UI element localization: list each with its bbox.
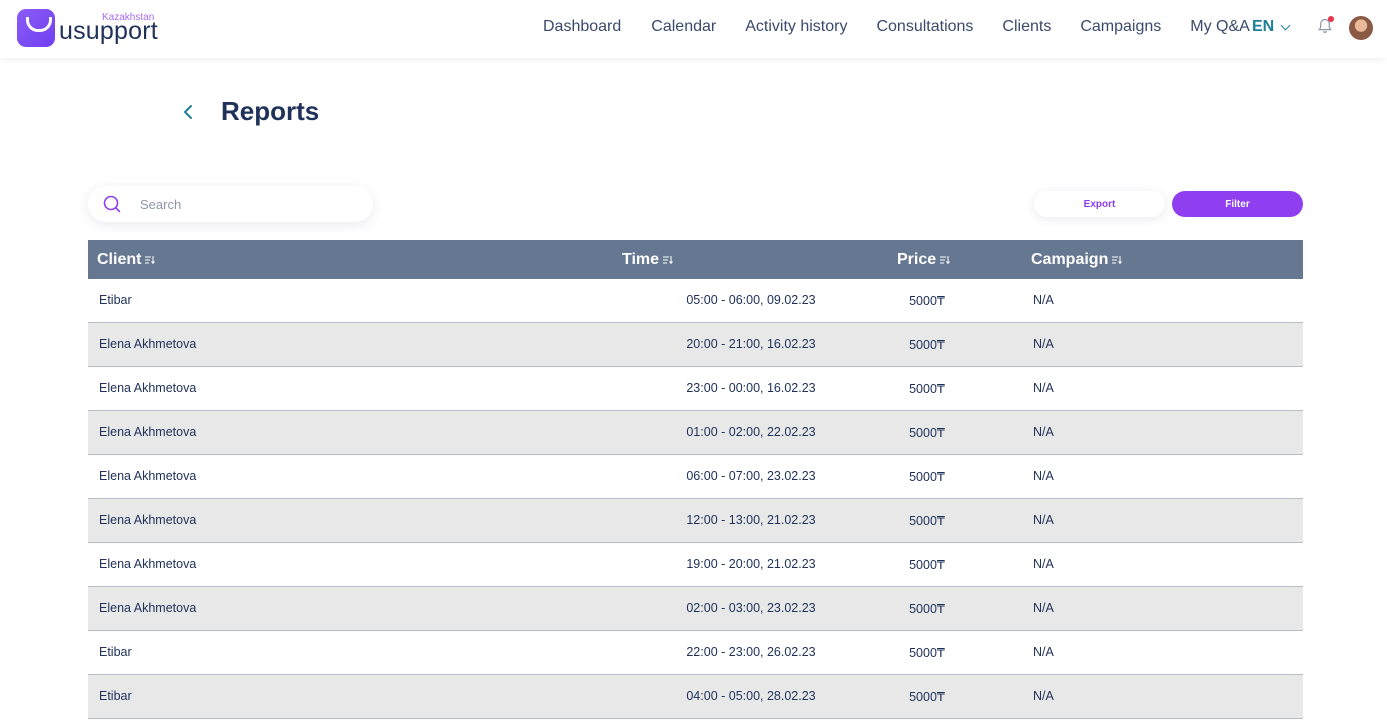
table-row[interactable]: Elena Akhmetova 01:00 - 02:00, 22.02.23 … [88, 411, 1303, 455]
cell-client: Elena Akhmetova [99, 601, 197, 615]
notification-dot [1328, 16, 1334, 22]
cell-time: 19:00 - 20:00, 21.02.23 [686, 557, 816, 571]
logo-wordmark: usupport [59, 17, 158, 45]
cell-time: 01:00 - 02:00, 22.02.23 [686, 425, 816, 439]
cell-campaign: N/A [1033, 645, 1054, 659]
table-row[interactable]: Etibar 04:00 - 05:00, 28.02.23 5000₸ N/A [88, 675, 1303, 719]
nav-item-dashboard[interactable]: Dashboard [543, 18, 621, 36]
logo-mark-icon [17, 9, 55, 47]
cell-time: 06:00 - 07:00, 23.02.23 [686, 469, 816, 483]
table-row[interactable]: Elena Akhmetova 12:00 - 13:00, 21.02.23 … [88, 499, 1303, 543]
notifications-bell-icon[interactable] [1317, 16, 1334, 34]
cell-client: Etibar [99, 293, 132, 307]
cell-time: 02:00 - 03:00, 23.02.23 [686, 601, 816, 615]
cell-campaign: N/A [1033, 469, 1054, 483]
table-row[interactable]: Elena Akhmetova 02:00 - 03:00, 23.02.23 … [88, 587, 1303, 631]
top-navigation-bar: Kazakhstan usupport Dashboard Calendar A… [0, 0, 1387, 58]
column-label-client: Client [97, 251, 142, 268]
chevron-down-icon [1280, 20, 1291, 30]
nav-item-campaigns[interactable]: Campaigns [1080, 18, 1161, 36]
column-header-time[interactable]: Time [622, 251, 673, 269]
cell-campaign: N/A [1033, 513, 1054, 527]
cell-campaign: N/A [1033, 689, 1054, 703]
cell-client: Elena Akhmetova [99, 425, 197, 439]
sort-icon [663, 256, 673, 265]
sort-icon [940, 256, 951, 265]
cell-client: Elena Akhmetova [99, 513, 197, 527]
avatar[interactable] [1349, 16, 1373, 40]
nav-item-calendar[interactable]: Calendar [651, 18, 716, 36]
search-input[interactable] [140, 196, 360, 212]
cell-client: Etibar [99, 689, 132, 703]
reports-table: Client Time Price Campaign Etibar 05:00 … [88, 240, 1303, 719]
back-arrow-icon[interactable] [178, 101, 200, 123]
cell-client: Etibar [99, 645, 132, 659]
cell-price: 5000₸ [909, 514, 945, 528]
table-row[interactable]: Etibar 22:00 - 23:00, 26.02.23 5000₸ N/A [88, 631, 1303, 675]
language-label: EN [1252, 18, 1275, 35]
cell-price: 5000₸ [909, 558, 945, 572]
sort-icon [145, 256, 156, 265]
column-label-time: Time [622, 251, 660, 268]
cell-price: 5000₸ [909, 426, 945, 440]
search-icon [103, 195, 121, 213]
column-label-price: Price [897, 251, 937, 268]
cell-price: 5000₸ [909, 602, 945, 616]
language-selector[interactable]: EN [1252, 18, 1291, 36]
chevron-left-icon [184, 105, 192, 119]
cell-client: Elena Akhmetova [99, 381, 197, 395]
table-header: Client Time Price Campaign [88, 240, 1303, 279]
cell-campaign: N/A [1033, 381, 1054, 395]
table-row[interactable]: Elena Akhmetova 20:00 - 21:00, 16.02.23 … [88, 323, 1303, 367]
cell-campaign: N/A [1033, 293, 1054, 307]
cell-price: 5000₸ [909, 646, 945, 660]
cell-campaign: N/A [1033, 337, 1054, 351]
cell-time: 23:00 - 00:00, 16.02.23 [686, 381, 816, 395]
cell-time: 12:00 - 13:00, 21.02.23 [686, 513, 816, 527]
sort-icon [1112, 256, 1123, 265]
column-label-campaign: Campaign [1031, 251, 1109, 268]
table-row[interactable]: Etibar 05:00 - 06:00, 09.02.23 5000₸ N/A [88, 279, 1303, 323]
nav-item-activity-history[interactable]: Activity history [745, 18, 847, 36]
cell-price: 5000₸ [909, 470, 945, 484]
page-title: Reports [221, 96, 320, 126]
table-row[interactable]: Elena Akhmetova 06:00 - 07:00, 23.02.23 … [88, 455, 1303, 499]
nav-item-clients[interactable]: Clients [1002, 18, 1051, 36]
nav-item-consultations[interactable]: Consultations [876, 18, 973, 36]
cell-client: Elena Akhmetova [99, 337, 197, 351]
cell-campaign: N/A [1033, 601, 1054, 615]
cell-price: 5000₸ [909, 690, 945, 704]
cell-time: 05:00 - 06:00, 09.02.23 [686, 293, 816, 307]
cell-price: 5000₸ [909, 338, 945, 352]
cell-campaign: N/A [1033, 557, 1054, 571]
cell-time: 22:00 - 23:00, 26.02.23 [686, 645, 816, 659]
cell-time: 04:00 - 05:00, 28.02.23 [686, 689, 816, 703]
filter-button[interactable]: Filter [1172, 191, 1303, 217]
export-button[interactable]: Export [1034, 191, 1165, 217]
cell-client: Elena Akhmetova [99, 557, 197, 571]
nav-item-my-qa[interactable]: My Q&A [1190, 18, 1250, 36]
column-header-price[interactable]: Price [897, 251, 951, 269]
column-header-client[interactable]: Client [97, 251, 156, 269]
cell-time: 20:00 - 21:00, 16.02.23 [686, 337, 816, 351]
column-header-campaign[interactable]: Campaign [1031, 251, 1123, 269]
table-row[interactable]: Elena Akhmetova 23:00 - 00:00, 16.02.23 … [88, 367, 1303, 411]
cell-price: 5000₸ [909, 294, 945, 308]
cell-client: Elena Akhmetova [99, 469, 197, 483]
cell-campaign: N/A [1033, 425, 1054, 439]
main-nav: Dashboard Calendar Activity history Cons… [543, 18, 1250, 36]
table-row[interactable]: Elena Akhmetova 19:00 - 20:00, 21.02.23 … [88, 543, 1303, 587]
cell-price: 5000₸ [909, 382, 945, 396]
